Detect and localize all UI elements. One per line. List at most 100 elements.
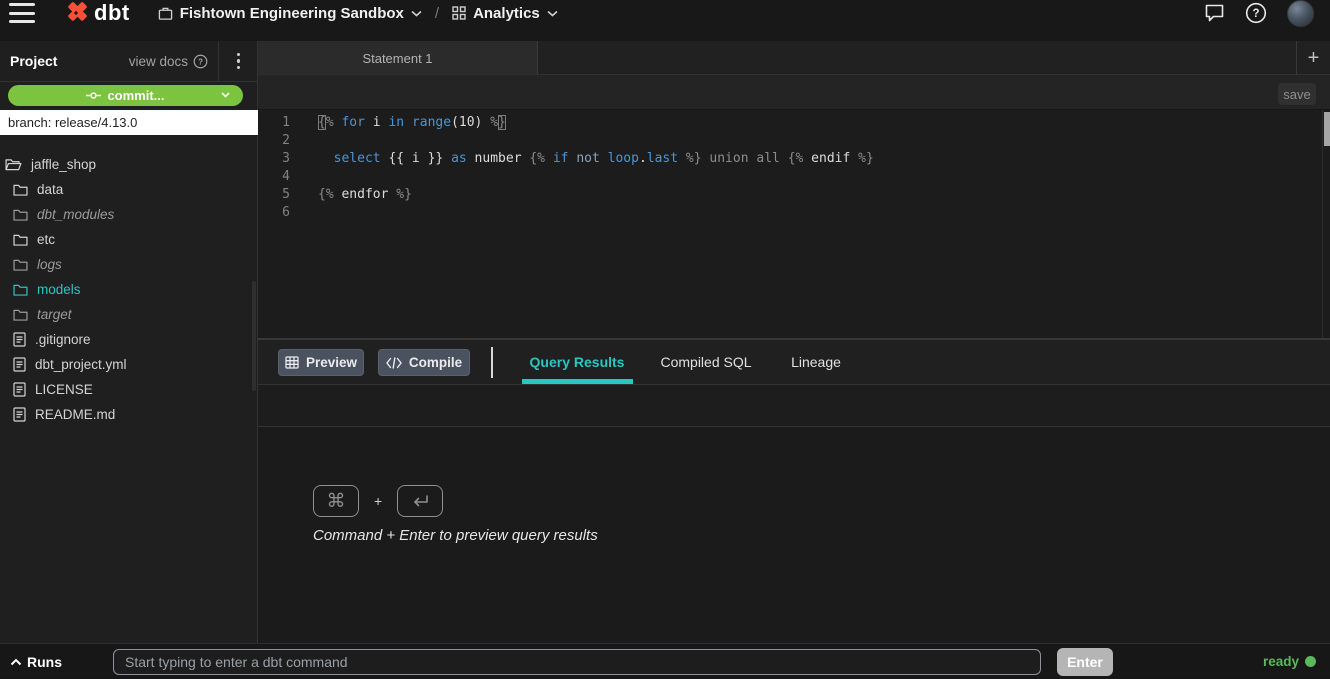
user-avatar[interactable]: [1287, 0, 1314, 27]
shortcut-keys: ⌘ +: [313, 485, 443, 517]
chevron-down-icon: [547, 10, 558, 17]
tree-item-label: jaffle_shop: [31, 157, 96, 172]
code-token: [404, 115, 412, 130]
tree-item-models[interactable]: models: [0, 277, 257, 302]
line-number: 5: [258, 186, 300, 204]
file-tree: jaffle_shop data dbt_modules etc logs mo…: [0, 152, 257, 427]
results-panel: ⌘ + Command + Enter to preview query res…: [258, 427, 1330, 643]
menu-icon[interactable]: [9, 3, 35, 23]
sidebar-title: Project: [10, 53, 57, 69]
tree-item-etc[interactable]: etc: [0, 227, 257, 252]
chevron-up-icon: [10, 658, 22, 666]
code-token: {%: [788, 151, 811, 166]
help-circle-icon: ?: [193, 54, 208, 69]
code-token: range: [412, 115, 451, 130]
code-token: select: [334, 151, 381, 166]
code-token: union all: [709, 151, 787, 166]
chevron-down-icon: [221, 92, 230, 98]
commit-button-label: commit...: [107, 88, 164, 103]
tree-item-gitignore[interactable]: .gitignore: [0, 327, 257, 352]
commit-button[interactable]: commit...: [8, 85, 243, 106]
folder-icon: [13, 184, 28, 196]
code-token: number: [467, 151, 530, 166]
chevron-down-icon: [411, 10, 422, 17]
project-selector-label: Fishtown Engineering Sandbox: [180, 5, 404, 22]
code-text: [300, 168, 318, 186]
folder-icon: [13, 284, 28, 296]
command-input[interactable]: [113, 649, 1041, 675]
active-tab-underline: [522, 379, 633, 384]
sidebar-header: Project view docs ?: [0, 41, 258, 82]
sidebar-scrollbar[interactable]: [252, 281, 256, 391]
code-token: [318, 151, 334, 166]
line-number: 6: [258, 204, 300, 222]
dbt-logo[interactable]: dbt: [63, 0, 130, 26]
tab-statement-1[interactable]: Statement 1: [258, 41, 538, 75]
help-icon[interactable]: ?: [1245, 2, 1267, 24]
branch-indicator: branch: release/4.13.0: [0, 110, 258, 135]
breadcrumb-separator: /: [435, 5, 439, 22]
tree-item-dbt-project-yml[interactable]: dbt_project.yml: [0, 352, 257, 377]
tree-item-label: dbt_project.yml: [35, 357, 127, 372]
code-line: 4: [258, 168, 1330, 186]
tree-item-license[interactable]: LICENSE: [0, 377, 257, 402]
preview-button[interactable]: Preview: [278, 349, 364, 376]
compile-button-label: Compile: [409, 355, 462, 370]
git-commit-icon: [86, 91, 101, 100]
code-token: %}: [388, 187, 411, 202]
code-line: 6: [258, 204, 1330, 222]
code-text: [300, 132, 318, 150]
code-line: 1 {% for i in range(10) %}: [258, 114, 1330, 132]
tree-item-readme[interactable]: README.md: [0, 402, 257, 427]
code-token: {{ i }}: [381, 151, 451, 166]
save-button[interactable]: save: [1278, 83, 1316, 105]
status-dot: [1305, 656, 1316, 667]
tree-item-label: LICENSE: [35, 382, 93, 397]
add-tab-button[interactable]: +: [1296, 41, 1330, 75]
tree-item-jaffle-shop[interactable]: jaffle_shop: [0, 152, 257, 177]
runs-label: Runs: [27, 654, 62, 670]
line-number: 1: [258, 114, 300, 132]
folder-open-icon: [5, 158, 22, 171]
tree-item-target[interactable]: target: [0, 302, 257, 327]
code-token: %}: [678, 151, 709, 166]
tab-lineage[interactable]: Lineage: [766, 340, 866, 385]
code-text: [300, 204, 318, 222]
editor-scrollbar[interactable]: [1322, 110, 1330, 338]
view-docs-link[interactable]: view docs ?: [129, 54, 208, 69]
folder-icon: [13, 309, 28, 321]
code-editor[interactable]: 1 {% for i in range(10) %} 2 3 select {{…: [258, 110, 1330, 338]
code-token: %: [326, 115, 342, 130]
toolbar-divider: [491, 347, 493, 378]
sidebar-menu-button[interactable]: [218, 41, 258, 82]
chat-icon[interactable]: [1204, 3, 1225, 23]
runs-toggle[interactable]: Runs: [10, 644, 62, 679]
tree-item-label: data: [37, 182, 63, 197]
tree-item-label: etc: [37, 232, 55, 247]
top-bar: dbt Fishtown Engineering Sandbox / Analy…: [0, 0, 1330, 41]
tab-compiled-sql[interactable]: Compiled SQL: [641, 340, 771, 385]
tree-item-data[interactable]: data: [0, 177, 257, 202]
code-token: in: [388, 115, 404, 130]
enter-button[interactable]: Enter: [1057, 648, 1113, 676]
environment-selector[interactable]: Analytics: [452, 5, 558, 22]
main-area: Statement 1 + save 1 {% for i in range(1…: [258, 41, 1330, 643]
code-token: for: [341, 115, 364, 130]
code-text: {% for i in range(10) %}: [300, 114, 506, 132]
compile-button[interactable]: Compile: [378, 349, 470, 376]
tree-item-label: models: [37, 282, 81, 297]
file-icon: [13, 357, 26, 372]
code-token: loop: [608, 151, 639, 166]
grid-icon: [452, 6, 466, 20]
file-icon: [13, 382, 26, 397]
project-selector[interactable]: Fishtown Engineering Sandbox: [158, 5, 422, 22]
tree-item-dbt-modules[interactable]: dbt_modules: [0, 202, 257, 227]
code-token: (10): [451, 115, 490, 130]
tree-item-label: README.md: [35, 407, 115, 422]
folder-icon: [13, 259, 28, 271]
top-bar-right: ?: [1204, 0, 1314, 27]
shortcut-hint: Command + Enter to preview query results: [313, 527, 598, 544]
scrollbar-thumb[interactable]: [1324, 112, 1330, 146]
tree-item-logs[interactable]: logs: [0, 252, 257, 277]
folder-icon: [13, 209, 28, 221]
